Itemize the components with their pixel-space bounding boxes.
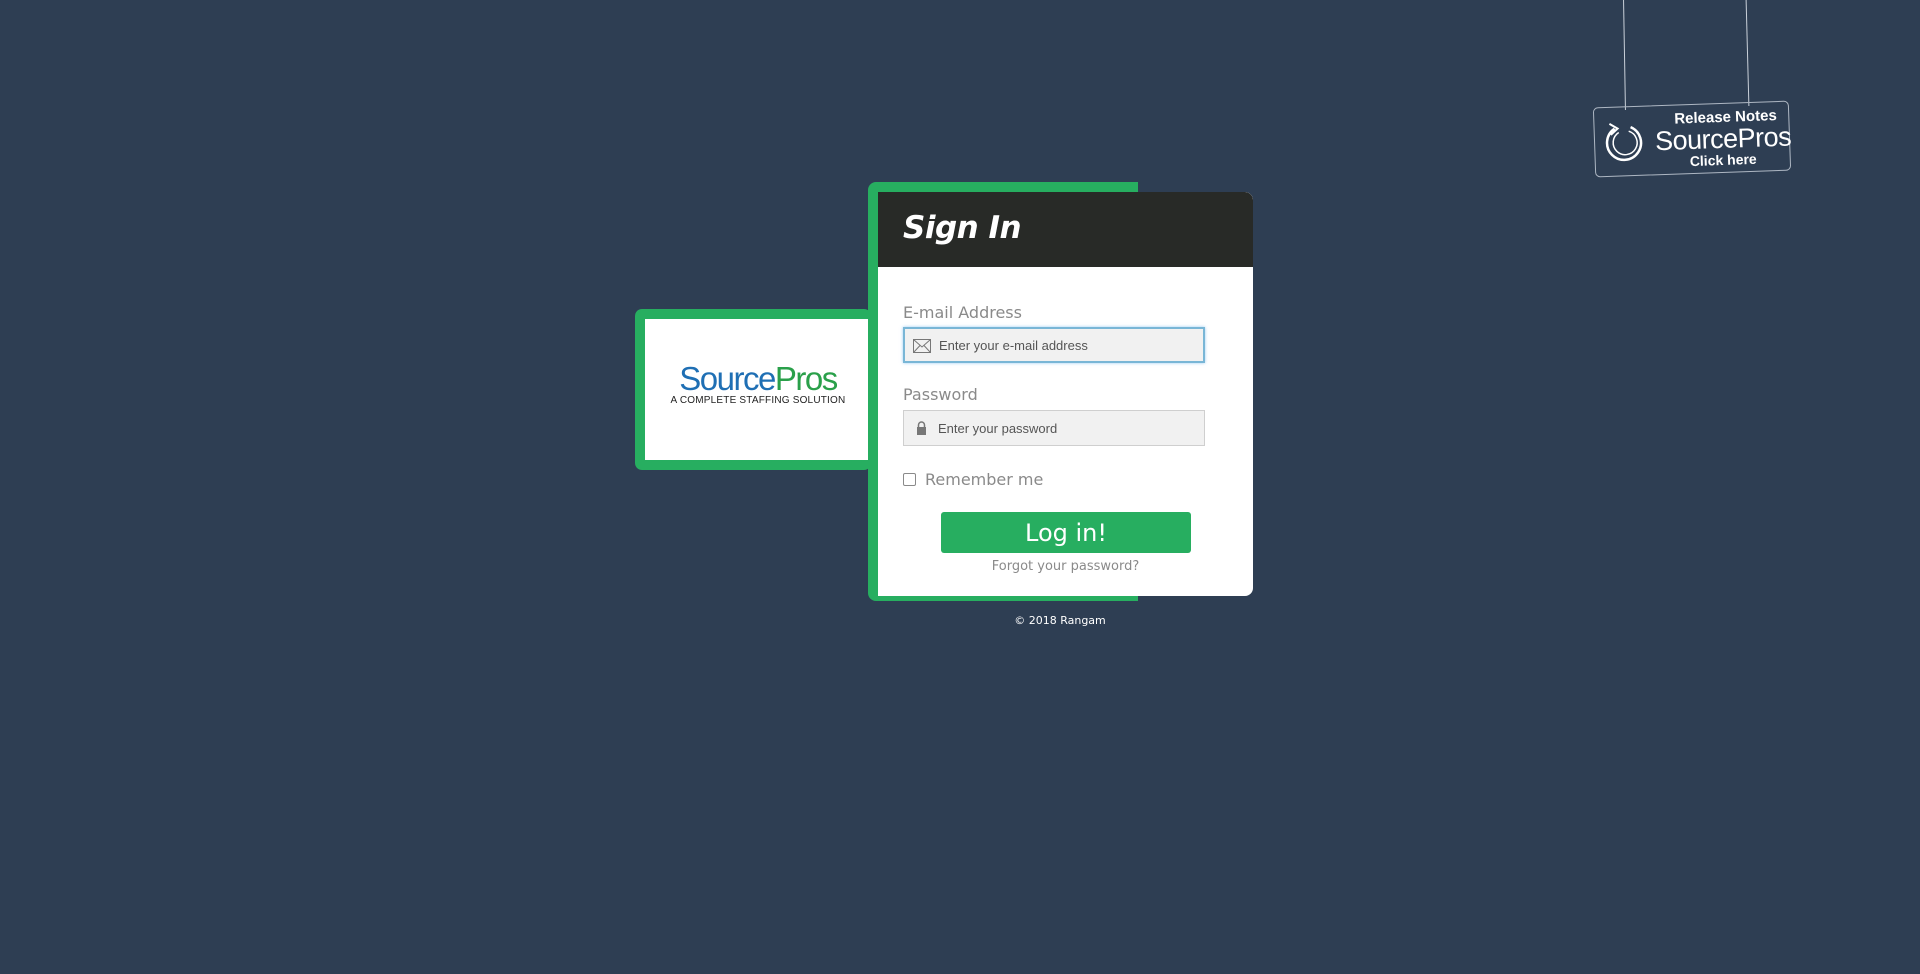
logo-name-source: Source [679,360,776,397]
signin-header: Sign In [878,192,1253,267]
refresh-circle-icon [1605,123,1643,162]
login-page: Release Notes SourcePros Click here Sour… [0,0,1920,974]
remember-me-label: Remember me [925,470,1044,489]
copyright-text: © 2018 Rangam [1014,614,1106,627]
login-button[interactable]: Log in! [941,512,1191,553]
remember-me-row: Remember me [903,470,1043,489]
envelope-icon [913,339,931,353]
logo-box: SourcePros A COMPLETE STAFFING SOLUTION [645,319,871,460]
signin-card: Sign In E-mail Address Password Remember… [878,192,1253,596]
email-label: E-mail Address [903,303,1022,322]
logo-panel: SourcePros A COMPLETE STAFFING SOLUTION [635,309,871,470]
logo-tagline: A COMPLETE STAFFING SOLUTION [670,395,846,406]
release-notes-cta: Click here [1689,150,1757,170]
release-notes-string-right [1745,0,1750,106]
remember-me-checkbox[interactable] [903,473,916,486]
password-label: Password [903,385,978,404]
forgot-password-link[interactable]: Forgot your password? [878,559,1253,574]
sourcepros-logo: SourcePros [645,361,871,397]
email-field-wrapper [903,327,1205,363]
signin-title: Sign In [903,210,1022,246]
release-notes-string-left [1623,0,1626,111]
release-notes-link[interactable]: Release Notes SourcePros Click here [1592,100,1792,178]
logo-name-pros: Pros [774,360,838,397]
password-input[interactable] [938,411,1198,445]
lock-icon [917,421,926,435]
email-input[interactable] [939,329,1199,361]
password-field-wrapper [903,410,1205,446]
